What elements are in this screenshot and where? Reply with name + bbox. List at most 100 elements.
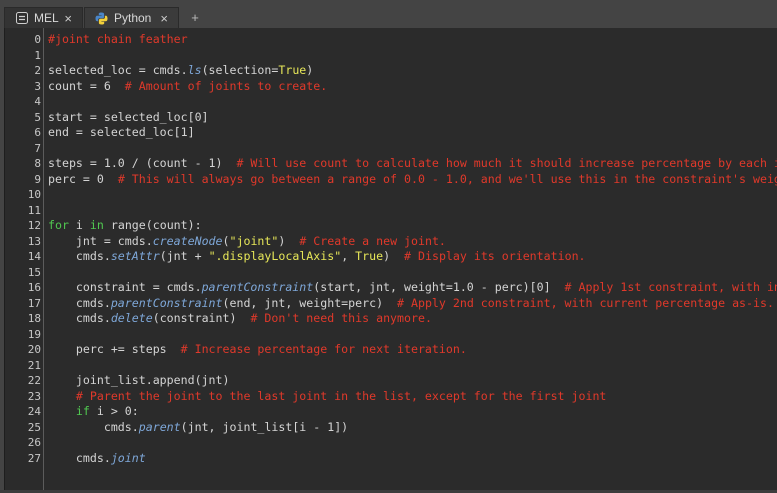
code-token: perc += steps: [48, 342, 181, 356]
code-line: cmds.delete(constraint) # Don't need thi…: [48, 311, 432, 327]
line-number: 15: [27, 265, 41, 279]
line-number-gutter: 0 1 2 3 4 5 6 7 8 9 10 11 12 13 14 15 16 17 18 19 20 21 22 23 24…: [5, 28, 43, 490]
code-line: start = selected_loc[0]: [48, 110, 209, 126]
code-line: cmds.setAttr(jnt + ".displayLocalAxis", …: [48, 249, 586, 265]
code-token: ls: [187, 63, 202, 77]
code-editor[interactable]: 0 1 2 3 4 5 6 7 8 9 10 11 12 13 14 15 16 17 18 19 20 21 22 23 24…: [4, 28, 777, 490]
code-line: perc += steps # Increase percentage for …: [48, 342, 467, 358]
line-number: 10: [27, 188, 41, 201]
code-token: #joint chain feather: [48, 32, 188, 46]
tab-bar: MEL × Python × +: [0, 0, 777, 28]
code-token: count = 6: [48, 78, 125, 93]
line-number: 25: [27, 420, 41, 434]
code-token: joint: [110, 450, 146, 465]
code-token: "joint": [229, 233, 279, 248]
line-number: 3: [34, 79, 41, 93]
code-token: True: [355, 249, 384, 263]
code-line: #joint chain feather: [48, 32, 188, 48]
line-number: 11: [27, 203, 41, 217]
line-number: 23: [27, 389, 41, 403]
code-token: if: [75, 404, 90, 418]
code-line: cmds.joint: [48, 451, 146, 467]
code-line: # Parent the joint to the last joint in …: [48, 389, 606, 405]
python-icon: [95, 12, 108, 25]
code-line: steps = 1.0 / (count - 1) # Will use cou…: [48, 156, 777, 172]
code-token: # Increase percentage for next iteration…: [180, 342, 467, 356]
code-token: # Apply 2nd constraint, with current per…: [397, 295, 774, 310]
code-token: # Create a new joint.: [299, 233, 446, 248]
code-token: (: [222, 233, 230, 248]
code-token: # Display its orientation.: [404, 249, 586, 263]
line-number: 24: [27, 405, 41, 418]
tab-python-label: Python: [114, 11, 152, 25]
code-token: setAttr: [110, 249, 160, 263]
code-token: (selection=: [201, 63, 279, 77]
code-token: ): [383, 249, 405, 263]
code-token: joint_list.append(jnt): [48, 373, 230, 387]
close-icon[interactable]: ×: [64, 11, 72, 26]
line-number: 8: [34, 157, 41, 170]
code-area[interactable]: #joint chain feather selected_loc = cmds.…: [48, 30, 777, 490]
code-token: selected_loc = cmds.: [48, 63, 188, 77]
code-token: for: [48, 218, 69, 232]
code-line: end = selected_loc[1]: [48, 125, 195, 141]
code-token: parentConstraint: [110, 295, 223, 310]
code-token: delete: [110, 311, 153, 325]
line-number: 16: [27, 281, 41, 294]
tab-python[interactable]: Python ×: [84, 7, 179, 28]
code-token: (end, jnt, weight=perc): [222, 295, 398, 310]
code-line: perc = 0 # This will always go between a…: [48, 172, 777, 188]
code-line: cmds.parentConstraint(end, jnt, weight=p…: [48, 296, 774, 312]
code-token: cmds.: [48, 295, 111, 310]
line-number: 27: [27, 451, 41, 465]
tab-mel[interactable]: MEL ×: [4, 7, 83, 28]
code-token: parentConstraint: [201, 280, 314, 294]
code-token: end = selected_loc[1]: [48, 125, 195, 139]
line-number: 1: [34, 48, 41, 62]
code-token: cmds.: [48, 249, 111, 263]
code-token: parent: [138, 419, 181, 434]
line-number: 12: [27, 219, 41, 232]
code-line: count = 6 # Amount of joints to create.: [48, 79, 327, 95]
code-token: # Don't need this anymore.: [250, 311, 432, 325]
line-number: 7: [34, 141, 41, 155]
code-token: i > 0:: [89, 404, 139, 418]
code-token: ".displayLocalAxis": [208, 249, 342, 263]
line-number: 2: [34, 64, 41, 77]
line-number: 22: [27, 374, 41, 387]
code-token: steps = 1.0 / (count - 1): [48, 156, 237, 170]
code-token: (start, jnt, weight=1.0 - perc)[0]: [313, 280, 565, 294]
line-number: 9: [34, 172, 41, 186]
close-icon[interactable]: ×: [160, 11, 168, 26]
line-number: 18: [27, 312, 41, 325]
line-number: 26: [27, 436, 41, 449]
code-line: jnt = cmds.createNode("joint") # Create …: [48, 234, 446, 250]
code-token: cmds.: [48, 419, 139, 434]
line-number: 14: [27, 250, 41, 263]
line-number: 17: [27, 296, 41, 310]
code-token: True: [278, 63, 307, 77]
code-line: if i > 0:: [48, 404, 139, 420]
tab-mel-label: MEL: [34, 11, 59, 25]
line-number: 19: [27, 327, 41, 341]
line-number: 21: [27, 358, 41, 372]
code-token: createNode: [152, 233, 223, 248]
mel-icon: [15, 12, 28, 25]
code-token: (jnt +: [159, 249, 209, 263]
code-token: range(count):: [103, 218, 202, 232]
add-tab-button[interactable]: +: [182, 7, 208, 28]
code-token: i: [68, 218, 90, 232]
code-token: # This will always go between a range of…: [117, 171, 777, 186]
code-token: constraint = cmds.: [48, 280, 202, 294]
code-token: cmds.: [48, 450, 111, 465]
code-line: for i in range(count):: [48, 218, 202, 234]
line-number: 0: [34, 33, 41, 46]
code-token: ): [306, 63, 314, 77]
code-token: # Apply 1st constraint, with inverse per…: [564, 280, 777, 294]
code-line: selected_loc = cmds.ls(selection=True): [48, 63, 313, 79]
code-token: cmds.: [48, 311, 111, 325]
code-line: cmds.parent(jnt, joint_list[i - 1]): [48, 420, 348, 436]
line-number: 13: [27, 234, 41, 248]
